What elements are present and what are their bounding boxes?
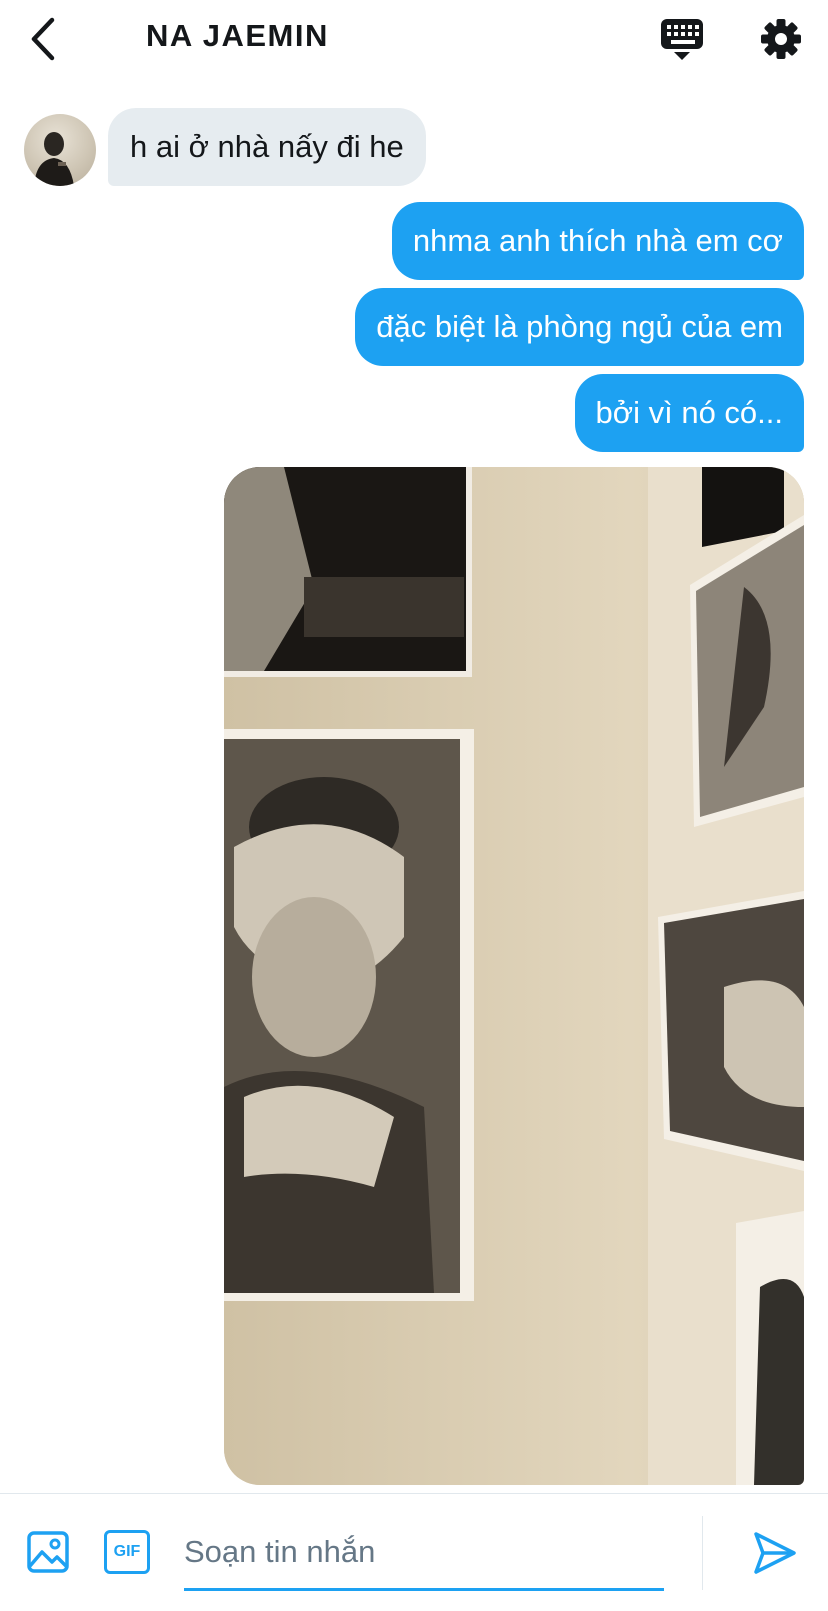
send-button[interactable]: [752, 1530, 798, 1576]
outgoing-bubble: đặc biệt là phòng ngủ của em: [355, 288, 804, 366]
message-composer: GIF: [0, 1493, 828, 1611]
back-button[interactable]: [22, 14, 68, 64]
keyboard-icon: [661, 19, 703, 60]
send-icon: [754, 1532, 796, 1574]
chat-header: NA JAEMIN: [0, 0, 828, 80]
chevron-left-icon: [31, 17, 55, 61]
keyboard-button[interactable]: [658, 14, 708, 64]
add-image-button[interactable]: [26, 1530, 70, 1574]
avatar-photo: [34, 132, 74, 186]
message-input[interactable]: [184, 1516, 664, 1591]
gif-button[interactable]: GIF: [104, 1530, 150, 1574]
room-wall-photo: [224, 467, 804, 1485]
incoming-bubble: h ai ở nhà nấy đi he: [108, 108, 426, 186]
conversation-title: NA JAEMIN: [146, 18, 329, 53]
divider: [702, 1516, 703, 1590]
outgoing-bubble: bởi vì nó có...: [574, 374, 804, 452]
photo-attachment[interactable]: [224, 467, 804, 1485]
outgoing-bubble: nhma anh thích nhà em cơ: [391, 202, 804, 280]
avatar[interactable]: [24, 114, 96, 186]
settings-button[interactable]: [758, 14, 804, 64]
image-icon: [27, 1531, 69, 1573]
gear-icon: [761, 19, 801, 59]
